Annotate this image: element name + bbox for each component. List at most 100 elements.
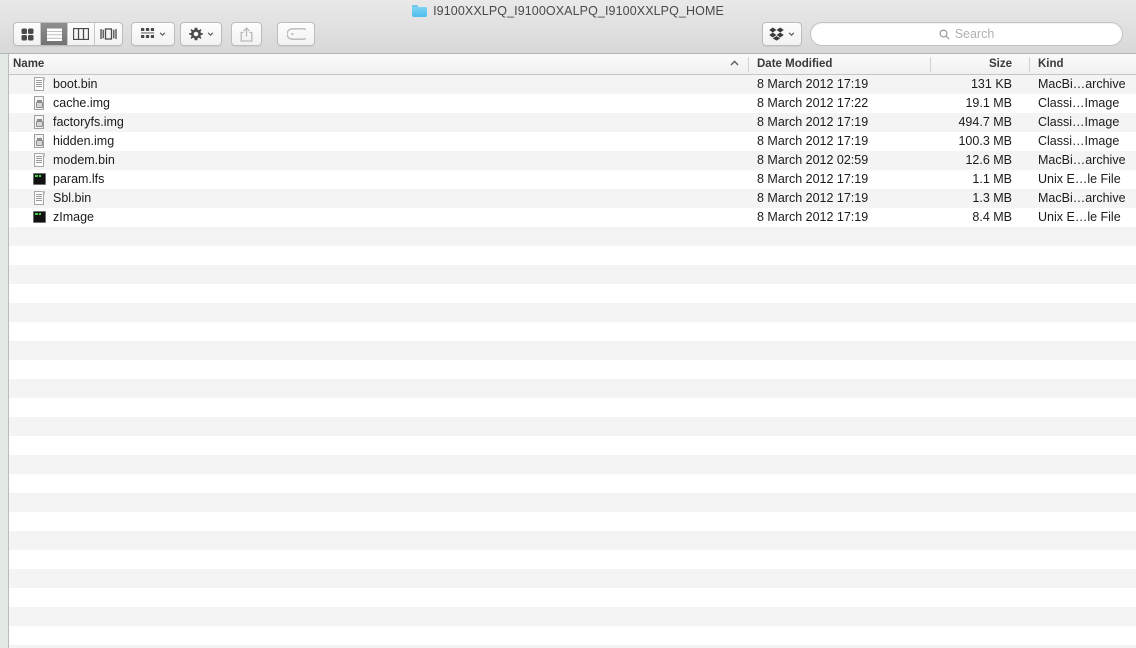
tag-icon — [286, 28, 306, 40]
disk-image-icon — [33, 115, 46, 130]
chevron-down-icon — [207, 32, 213, 36]
coverflow-view-button[interactable] — [95, 23, 122, 45]
list-stripe — [0, 284, 1136, 303]
file-size-cell: 131 KB — [970, 77, 1012, 91]
list-stripe — [0, 379, 1136, 398]
file-name-cell[interactable]: modem.bin — [33, 151, 115, 170]
file-name-cell[interactable]: cache.img — [33, 94, 110, 113]
table-row[interactable]: factoryfs.img 8 March 2012 17:19 494.7 MB C… — [0, 113, 1136, 132]
share-icon — [240, 26, 253, 42]
search-input[interactable]: Search — [810, 22, 1123, 46]
list-stripe — [0, 417, 1136, 436]
table-row[interactable]: zImage 8 March 2012 17:19 8.4 MB Unix E…le … — [0, 208, 1136, 227]
file-size-cell: 19.1 MB — [965, 96, 1012, 110]
column-header-date-modified[interactable]: Date Modified — [757, 54, 832, 74]
share-button[interactable] — [231, 22, 262, 46]
file-name-label: zImage — [53, 210, 94, 224]
list-stripe — [0, 246, 1136, 265]
unix-executable-icon — [33, 210, 46, 225]
file-name-cell[interactable]: hidden.img — [33, 132, 114, 151]
list-stripe — [0, 569, 1136, 588]
list-stripe — [0, 341, 1136, 360]
column-view-button[interactable] — [68, 23, 95, 45]
file-name-cell[interactable]: param.lfs — [33, 170, 104, 189]
column-divider[interactable] — [748, 57, 749, 72]
disk-image-icon — [33, 134, 46, 149]
table-row[interactable]: cache.img 8 March 2012 17:22 19.1 MB Classi… — [0, 94, 1136, 113]
file-list[interactable]: boot.bin 8 March 2012 17:19 131 KB MacBi…ar… — [0, 75, 1136, 648]
dropbox-icon — [769, 27, 784, 41]
column-header-kind[interactable]: Kind — [1038, 54, 1064, 74]
folder-icon — [412, 5, 428, 17]
search-icon — [939, 29, 950, 40]
list-stripe — [0, 436, 1136, 455]
file-size-cell: 8.4 MB — [972, 210, 1012, 224]
unix-executable-icon — [33, 172, 46, 187]
gear-icon — [188, 27, 203, 41]
chevron-down-icon — [788, 32, 795, 36]
search-placeholder: Search — [954, 27, 995, 41]
view-mode-segmented-control[interactable] — [13, 22, 123, 46]
list-view-button[interactable] — [41, 23, 68, 45]
file-name-label: param.lfs — [53, 172, 105, 186]
arrange-button[interactable] — [131, 22, 175, 46]
dropbox-button[interactable] — [762, 22, 802, 46]
file-size-cell: 12.6 MB — [965, 153, 1012, 167]
table-row[interactable]: param.lfs 8 March 2012 17:19 1.1 MB Unix E…… — [0, 170, 1136, 189]
list-stripe — [0, 607, 1136, 626]
list-stripe — [0, 493, 1136, 512]
file-kind-cell: MacBi…archive — [1038, 77, 1126, 91]
column-header: Name Date Modified Size Kind — [0, 54, 1136, 75]
list-stripe — [0, 512, 1136, 531]
column-divider[interactable] — [1029, 57, 1030, 72]
disk-image-icon — [33, 96, 46, 111]
action-button[interactable] — [180, 22, 222, 46]
list-stripe — [0, 550, 1136, 569]
grid-icon — [21, 28, 33, 40]
file-name-label: factoryfs.img — [53, 115, 124, 129]
sidebar-edge — [0, 54, 8, 648]
list-stripe — [0, 626, 1136, 645]
finder-window: I9100XXLPQ_I9100OXALPQ_I9100XXLPQ_HOME S… — [0, 0, 1136, 648]
file-name-label: boot.bin — [53, 77, 98, 91]
file-name-cell[interactable]: boot.bin — [33, 75, 97, 94]
file-kind-cell: Classi…Image — [1038, 115, 1120, 129]
column-header-name[interactable]: Name — [13, 54, 44, 74]
titlebar: I9100XXLPQ_I9100OXALPQ_I9100XXLPQ_HOME S… — [0, 0, 1136, 54]
list-stripe — [0, 588, 1136, 607]
list-stripe — [0, 227, 1136, 246]
file-kind-cell: Unix E…le File — [1038, 210, 1121, 224]
file-size-cell: 494.7 MB — [958, 115, 1012, 129]
file-size-cell: 1.1 MB — [972, 172, 1012, 186]
file-name-label: cache.img — [53, 96, 110, 110]
file-kind-cell: Classi…Image — [1038, 134, 1120, 148]
chevron-down-icon — [159, 32, 165, 36]
file-kind-cell: Classi…Image — [1038, 96, 1120, 110]
list-icon — [46, 28, 62, 41]
file-name-cell[interactable]: factoryfs.img — [33, 113, 124, 132]
list-stripe — [0, 265, 1136, 284]
table-row[interactable]: modem.bin 8 March 2012 02:59 12.6 MB MacBi…… — [0, 151, 1136, 170]
table-row[interactable]: boot.bin 8 March 2012 17:19 131 KB MacBi…ar… — [0, 75, 1136, 94]
page-title: I9100XXLPQ_I9100OXALPQ_I9100XXLPQ_HOME — [433, 4, 724, 18]
list-stripe — [0, 455, 1136, 474]
toolbar: Search — [0, 22, 1136, 54]
list-stripe — [0, 398, 1136, 417]
file-size-cell: 1.3 MB — [972, 191, 1012, 205]
column-header-size[interactable]: Size — [900, 54, 1012, 74]
file-name-cell[interactable]: zImage — [33, 208, 94, 227]
list-stripe — [0, 474, 1136, 493]
file-size-cell: 100.3 MB — [958, 134, 1012, 148]
file-kind-cell: MacBi…archive — [1038, 153, 1126, 167]
document-icon — [33, 191, 46, 206]
arrange-icon — [140, 28, 154, 38]
table-row[interactable]: hidden.img 8 March 2012 17:19 100.3 MB Clas… — [0, 132, 1136, 151]
file-kind-cell: Unix E…le File — [1038, 172, 1121, 186]
table-row[interactable]: Sbl.bin 8 March 2012 17:19 1.3 MB MacBi…arc… — [0, 189, 1136, 208]
icon-view-button[interactable] — [14, 23, 41, 45]
list-stripe — [0, 360, 1136, 379]
tag-button[interactable] — [277, 22, 315, 46]
document-icon — [33, 153, 46, 168]
file-name-label: hidden.img — [53, 134, 115, 148]
file-name-cell[interactable]: Sbl.bin — [33, 189, 91, 208]
